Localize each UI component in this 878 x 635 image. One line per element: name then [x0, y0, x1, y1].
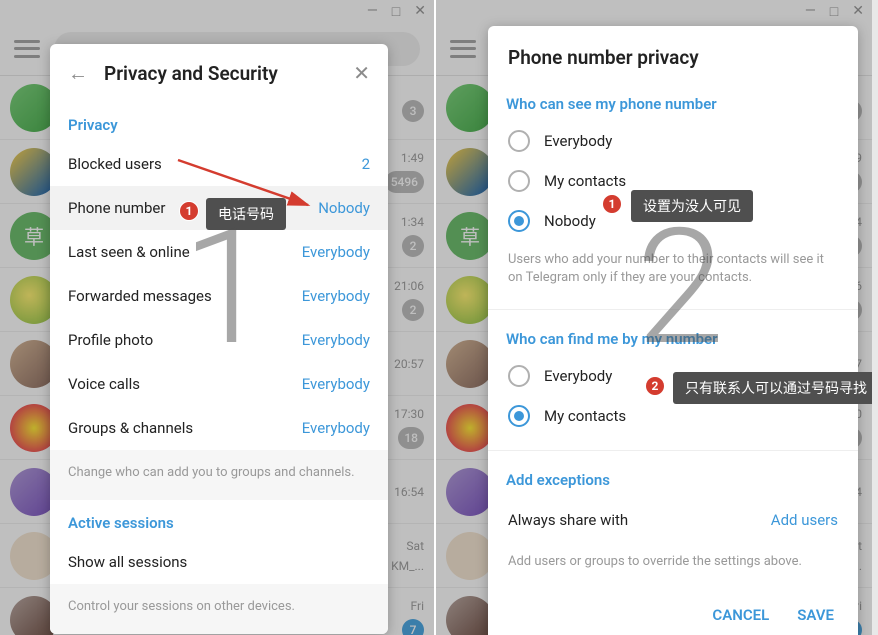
divider [488, 309, 858, 310]
setting-value: Everybody [302, 287, 370, 305]
phone-number-privacy-modal: Phone number privacy Who can see my phon… [488, 26, 858, 635]
app-window-right: — □ ✕ 3 1:495496 草1:342 21:062 20:57 17:… [436, 0, 872, 635]
radio-icon [508, 130, 530, 152]
radio-icon [508, 170, 530, 192]
modal-title: Phone number privacy [488, 26, 858, 81]
info-text-exceptions: Add users or groups to override the sett… [488, 543, 858, 587]
setting-label: Forwarded messages [68, 287, 212, 305]
annotation-marker-1: 1 [179, 201, 199, 221]
modal-actions: CANCEL SAVE [488, 588, 858, 635]
setting-value: Everybody [302, 331, 370, 349]
always-share-label: Always share with [508, 511, 628, 529]
setting-value: Everybody [302, 419, 370, 437]
back-arrow-icon[interactable]: ← [68, 61, 88, 86]
save-button[interactable]: SAVE [797, 606, 834, 624]
setting-label: Groups & channels [68, 419, 193, 437]
info-text-see: Users who add your number to their conta… [488, 241, 858, 303]
privacy-security-modal: ← Privacy and Security ✕ Privacy Blocked… [50, 44, 388, 634]
setting-label: Profile photo [68, 331, 153, 349]
radio-everybody-see[interactable]: Everybody [488, 121, 858, 161]
question-who-can-find: Who can find me by my number [488, 316, 858, 356]
annotation-marker-3: 2 [645, 376, 665, 396]
cancel-button[interactable]: CANCEL [712, 606, 769, 624]
radio-icon [508, 405, 530, 427]
setting-value: Everybody [302, 243, 370, 261]
setting-label: Blocked users [68, 155, 162, 173]
helper-text-groups: Change who can add you to groups and cha… [50, 450, 388, 500]
setting-voice-calls[interactable]: Voice calls Everybody [50, 362, 388, 406]
add-exceptions-label: Add exceptions [488, 457, 858, 497]
setting-label: Voice calls [68, 375, 140, 393]
setting-forwarded-messages[interactable]: Forwarded messages Everybody [50, 274, 388, 318]
annotation-tooltip-3: 只有联系人可以通过号码寻找 [673, 372, 872, 404]
annotation-marker-2: 1 [602, 194, 622, 214]
setting-show-all-sessions[interactable]: Show all sessions [50, 540, 388, 584]
divider [488, 450, 858, 451]
modal-header: ← Privacy and Security ✕ [50, 44, 388, 102]
active-sessions-label: Active sessions [50, 500, 388, 540]
modal-title: Privacy and Security [104, 62, 337, 85]
setting-groups-channels[interactable]: Groups & channels Everybody [50, 406, 388, 450]
helper-text-sessions: Control your sessions on other devices. [50, 584, 388, 634]
setting-last-seen[interactable]: Last seen & online Everybody [50, 230, 388, 274]
setting-label: Show all sessions [68, 553, 187, 571]
annotation-tooltip-2: 设置为没人可见 [631, 190, 753, 222]
radio-icon [508, 210, 530, 232]
setting-profile-photo[interactable]: Profile photo Everybody [50, 318, 388, 362]
add-users-link[interactable]: Add users [771, 511, 838, 529]
setting-label: Last seen & online [68, 243, 190, 261]
setting-label: Phone number [68, 199, 165, 217]
question-who-can-see: Who can see my phone number [488, 81, 858, 121]
annotation-tooltip-1: 电话号码 [206, 198, 286, 230]
setting-value: 2 [362, 155, 370, 173]
close-icon[interactable]: ✕ [353, 61, 370, 85]
app-window-left: — □ ✕ 3 1:495496 草1:342 21:062 20:57 17:… [0, 0, 436, 635]
privacy-section-label: Privacy [50, 102, 388, 142]
radio-icon [508, 365, 530, 387]
setting-value: Everybody [302, 375, 370, 393]
always-share-row[interactable]: Always share with Add users [488, 497, 858, 543]
